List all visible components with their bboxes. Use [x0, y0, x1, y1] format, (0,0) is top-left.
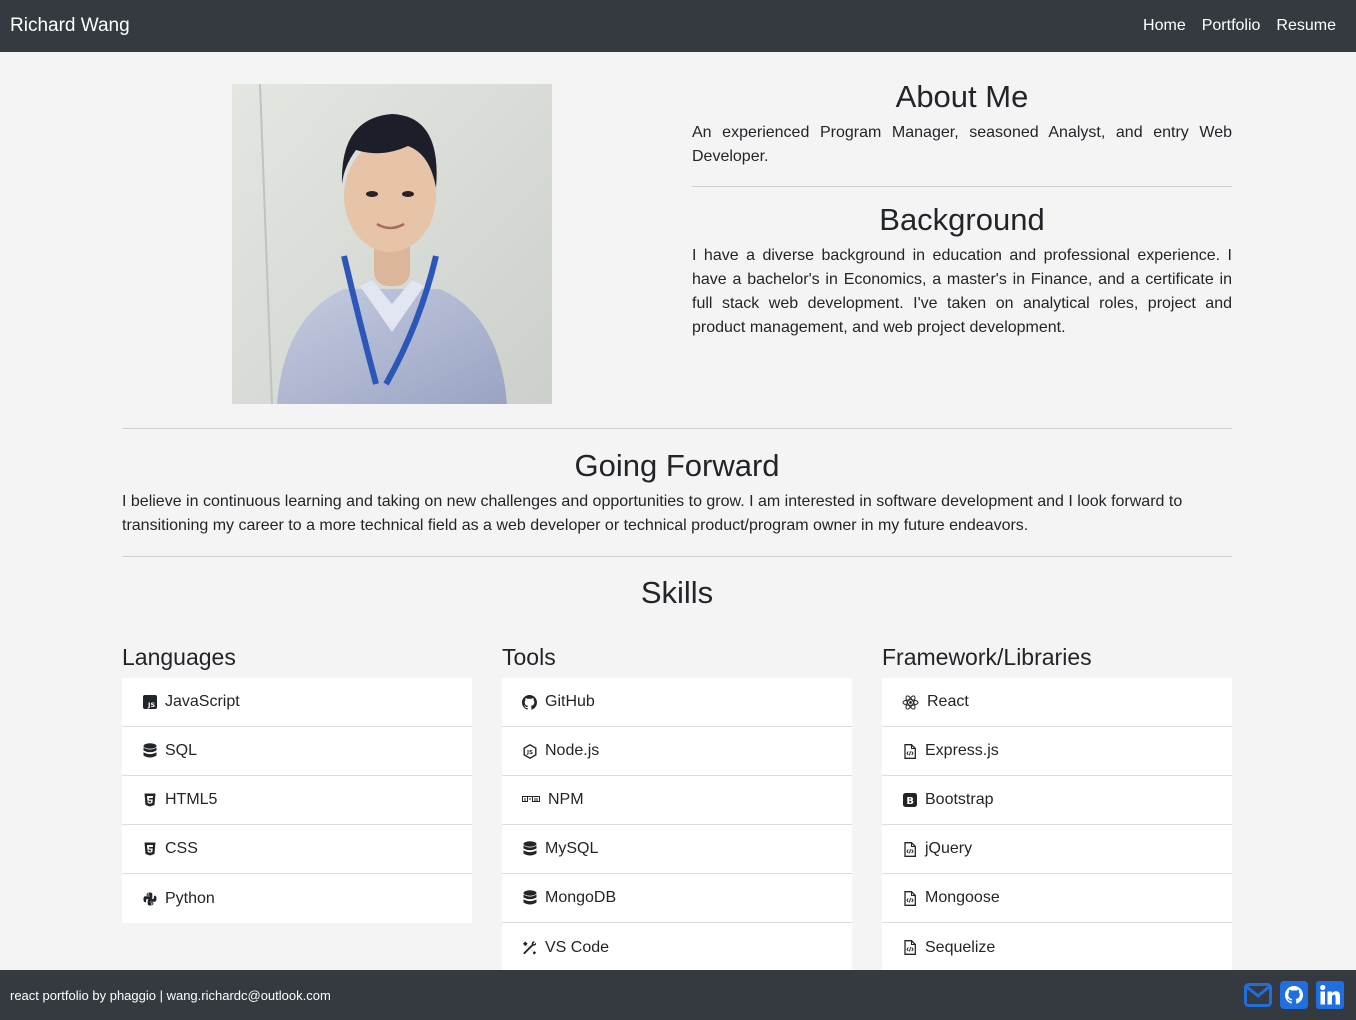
brand-link[interactable]: Richard Wang — [10, 15, 130, 37]
skill-item-css: CSS — [122, 825, 472, 874]
svg-text:JS: JS — [525, 750, 532, 756]
skill-item-npm: NPM — [502, 776, 852, 825]
frameworks-column: Framework/Libraries React Express.js B B… — [882, 641, 1232, 972]
npm-icon — [522, 793, 540, 808]
tools-list: GitHub JS Node.js NPM MySQL MongoDB VS C… — [502, 678, 852, 972]
about-heading: About Me — [895, 79, 1029, 114]
skill-label: CSS — [165, 840, 198, 857]
html5-icon — [142, 793, 157, 808]
python-icon — [142, 891, 157, 906]
github-icon — [522, 694, 537, 710]
skill-item-mongoose: Mongoose — [882, 874, 1232, 923]
react-icon — [902, 694, 919, 710]
github-icon[interactable] — [1280, 981, 1308, 1009]
file-code-icon — [902, 841, 917, 857]
database-icon — [522, 841, 537, 857]
skill-item-react: React — [882, 678, 1232, 727]
skill-label: Mongoose — [925, 889, 1000, 906]
skill-item-mysql: MySQL — [502, 825, 852, 874]
skill-label: Bootstrap — [925, 791, 994, 808]
languages-list: JS JavaScript SQL HTML5 CSS Python — [122, 678, 472, 923]
svg-text:B: B — [906, 796, 914, 807]
bootstrap-icon: B — [902, 793, 917, 808]
profile-photo — [232, 84, 552, 404]
about-text: An experienced Program Manager, seasoned… — [692, 124, 1232, 166]
skill-label: MySQL — [545, 840, 599, 857]
tools-title: Tools — [502, 644, 556, 670]
skill-item-vscode: VS Code — [502, 923, 852, 972]
skill-label: JavaScript — [165, 693, 240, 710]
nav-links: Home Portfolio Resume — [1143, 17, 1336, 35]
skill-label: Express.js — [925, 742, 999, 759]
skill-label: VS Code — [545, 938, 610, 956]
file-code-icon — [902, 743, 917, 759]
nav-link-portfolio[interactable]: Portfolio — [1202, 17, 1261, 35]
languages-column: Languages JS JavaScript SQL HTML5 CSS Py… — [122, 641, 472, 923]
forward-bottom-divider — [122, 556, 1232, 558]
languages-title: Languages — [122, 644, 236, 670]
footer-text: react portfolio by phaggio | wang.richar… — [10, 987, 331, 1003]
skill-item-jquery: jQuery — [882, 825, 1232, 874]
skill-label: Python — [165, 889, 215, 907]
file-code-icon — [902, 940, 917, 955]
svg-text:JS: JS — [147, 701, 155, 709]
nodejs-icon: JS — [522, 743, 537, 759]
social-links — [1244, 981, 1344, 1009]
background-text: I have a diverse background in education… — [692, 247, 1232, 337]
envelope-icon[interactable] — [1244, 981, 1272, 1009]
skill-label: NPM — [548, 791, 584, 808]
tools-column: Tools GitHub JS Node.js NPM MySQL MongoD… — [502, 641, 852, 972]
navbar: Richard Wang Home Portfolio Resume — [0, 0, 1356, 52]
nav-link-resume[interactable]: Resume — [1276, 17, 1336, 35]
frameworks-title: Framework/Libraries — [882, 644, 1092, 670]
tools-icon — [522, 940, 537, 955]
going-forward-text: I believe in continuous learning and tak… — [122, 493, 1183, 535]
skill-label: Sequelize — [925, 938, 996, 956]
skill-label: SQL — [165, 742, 198, 759]
skill-item-sql: SQL — [122, 727, 472, 776]
skill-item-python: Python — [122, 874, 472, 923]
background-heading: Background — [879, 202, 1045, 238]
about-divider — [692, 186, 1232, 188]
skill-label: MongoDB — [545, 889, 617, 906]
file-code-icon — [902, 890, 917, 906]
js-square-icon: JS — [142, 695, 157, 710]
skill-item-html5: HTML5 — [122, 776, 472, 825]
css3-icon — [142, 842, 157, 857]
database-icon — [142, 743, 157, 759]
skill-label: GitHub — [545, 693, 595, 710]
forward-top-divider — [122, 428, 1232, 429]
going-forward-heading: Going Forward — [574, 448, 780, 483]
going-forward-section: Going Forward I believe in continuous le… — [122, 428, 1232, 558]
nav-link-home[interactable]: Home — [1143, 17, 1186, 35]
skill-label: React — [927, 693, 969, 710]
skill-label: Node.js — [545, 742, 600, 759]
skill-item-mongodb: MongoDB — [502, 874, 852, 923]
database-icon — [522, 890, 537, 906]
skill-item-javascript: JS JavaScript — [122, 678, 472, 727]
frameworks-list: React Express.js B Bootstrap jQuery Mong… — [882, 678, 1232, 972]
skills-heading: Skills — [640, 575, 714, 610]
skill-item-nodejs: JS Node.js — [502, 727, 852, 776]
footer: react portfolio by phaggio | wang.richar… — [0, 970, 1356, 1020]
about-section: About Me An experienced Program Manager,… — [692, 78, 1232, 340]
linkedin-icon[interactable] — [1316, 981, 1344, 1009]
skill-label: HTML5 — [165, 791, 218, 808]
skill-item-github: GitHub — [502, 678, 852, 727]
skill-item-bootstrap: B Bootstrap — [882, 776, 1232, 825]
skill-label: jQuery — [925, 840, 973, 857]
skill-item-expressjs: Express.js — [882, 727, 1232, 776]
skill-item-sequelize: Sequelize — [882, 923, 1232, 972]
